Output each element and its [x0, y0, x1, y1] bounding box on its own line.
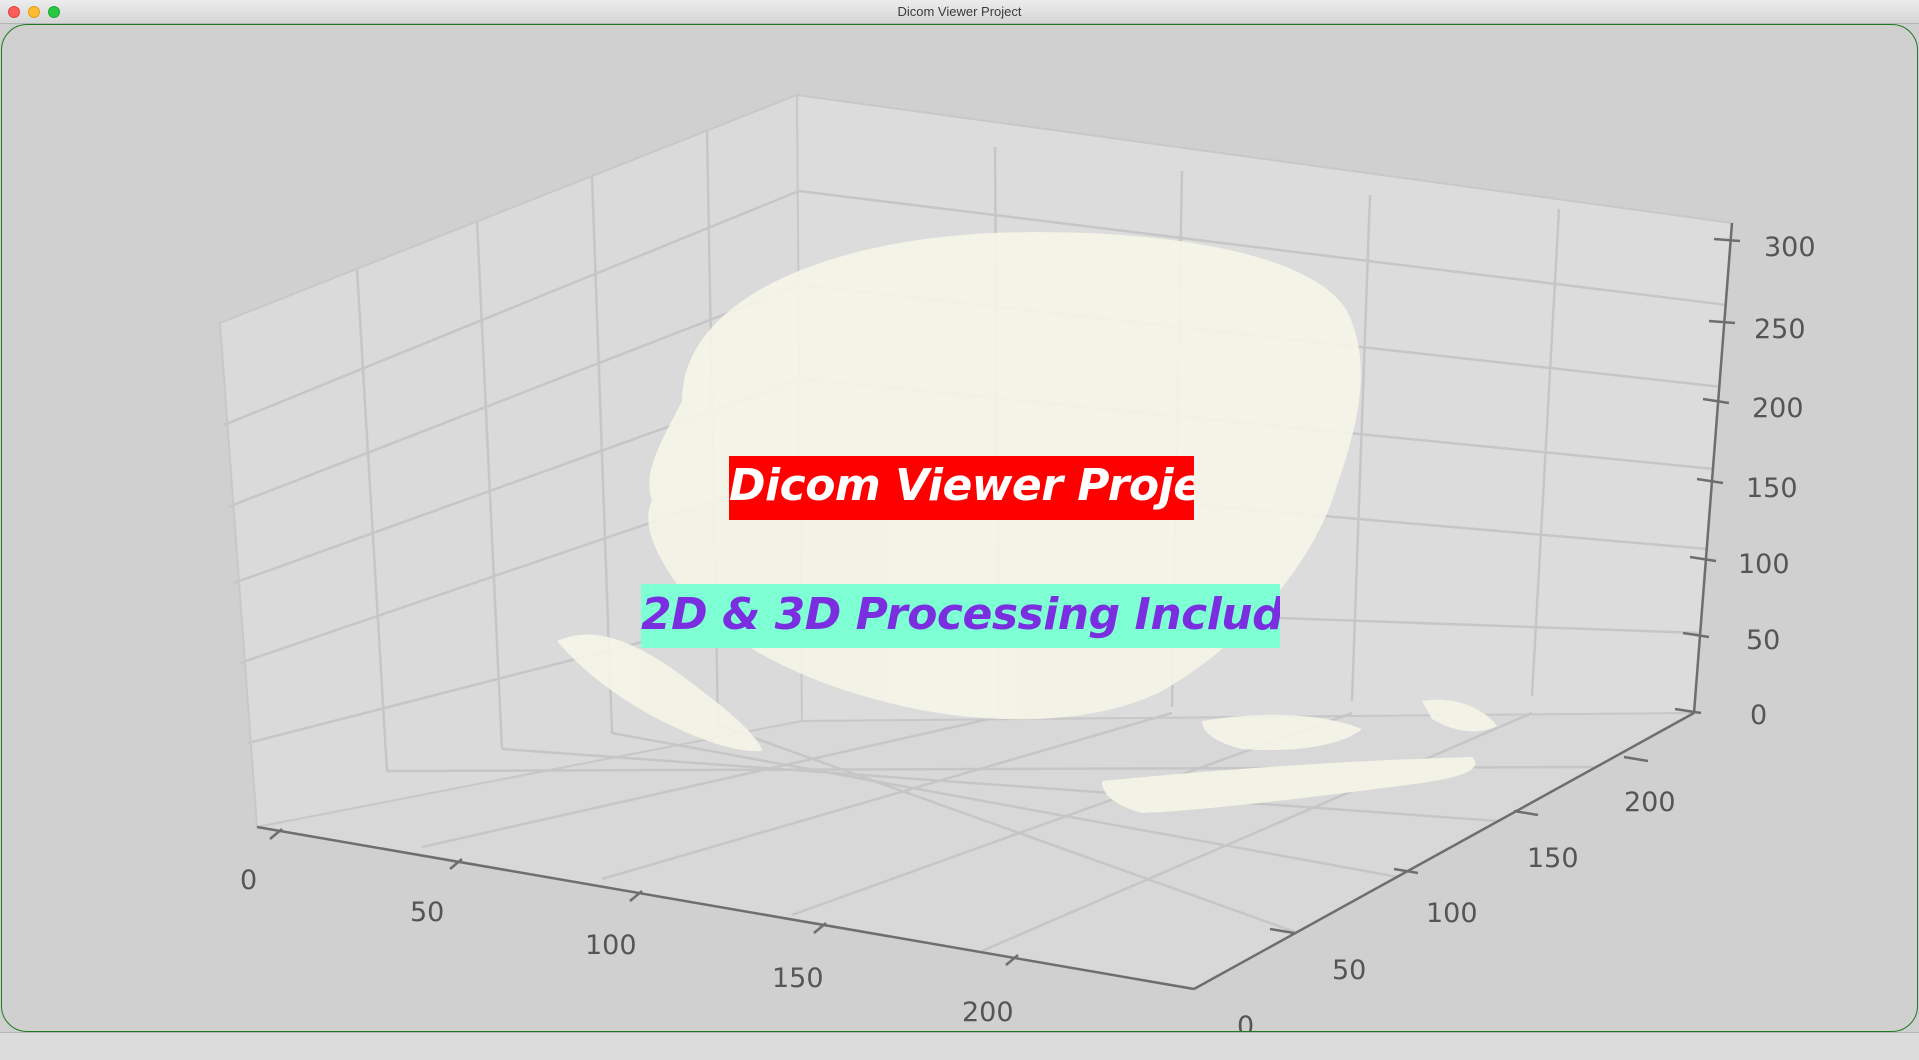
project-subtitle-banner: 2D & 3D Processing Included: [641, 584, 1280, 648]
z-tick-label: 250: [1754, 314, 1806, 345]
z-tick-label: 200: [1752, 393, 1804, 424]
3d-plot[interactable]: 300 250 200 150 100 50 0 0 50 100 150 20…: [2, 25, 1917, 1031]
title-bar[interactable]: Dicom Viewer Project: [0, 0, 1919, 24]
z-tick-label: 150: [1746, 473, 1798, 504]
x-tick-label: 100: [585, 930, 637, 961]
y-tick-label: 50: [1332, 955, 1366, 986]
z-tick-label: 300: [1764, 232, 1816, 263]
z-tick-label: 50: [1746, 625, 1780, 656]
window-title: Dicom Viewer Project: [897, 4, 1022, 19]
x-tick-label: 50: [410, 897, 444, 928]
y-tick-label: 150: [1527, 843, 1579, 874]
y-tick-label: 200: [1624, 787, 1676, 818]
z-tick-label: 0: [1750, 700, 1767, 731]
x-tick-label: 200: [962, 997, 1014, 1028]
x-tick-label: 150: [772, 963, 824, 994]
app-window: Dicom Viewer Project 300 250 200 150 100…: [0, 0, 1919, 1060]
z-tick-label: 100: [1738, 549, 1790, 580]
plot-canvas[interactable]: 300 250 200 150 100 50 0 0 50 100 150 20…: [1, 24, 1918, 1032]
x-tick-label: 0: [240, 865, 257, 896]
status-bar: [0, 1032, 1919, 1060]
y-tick-label: 100: [1426, 898, 1478, 929]
project-title-banner: Dicom Viewer Project: [729, 456, 1194, 520]
z-axis-tick-labels: 300 250 200 150 100 50 0: [1738, 232, 1816, 731]
y-tick-label: 0: [1237, 1011, 1254, 1031]
